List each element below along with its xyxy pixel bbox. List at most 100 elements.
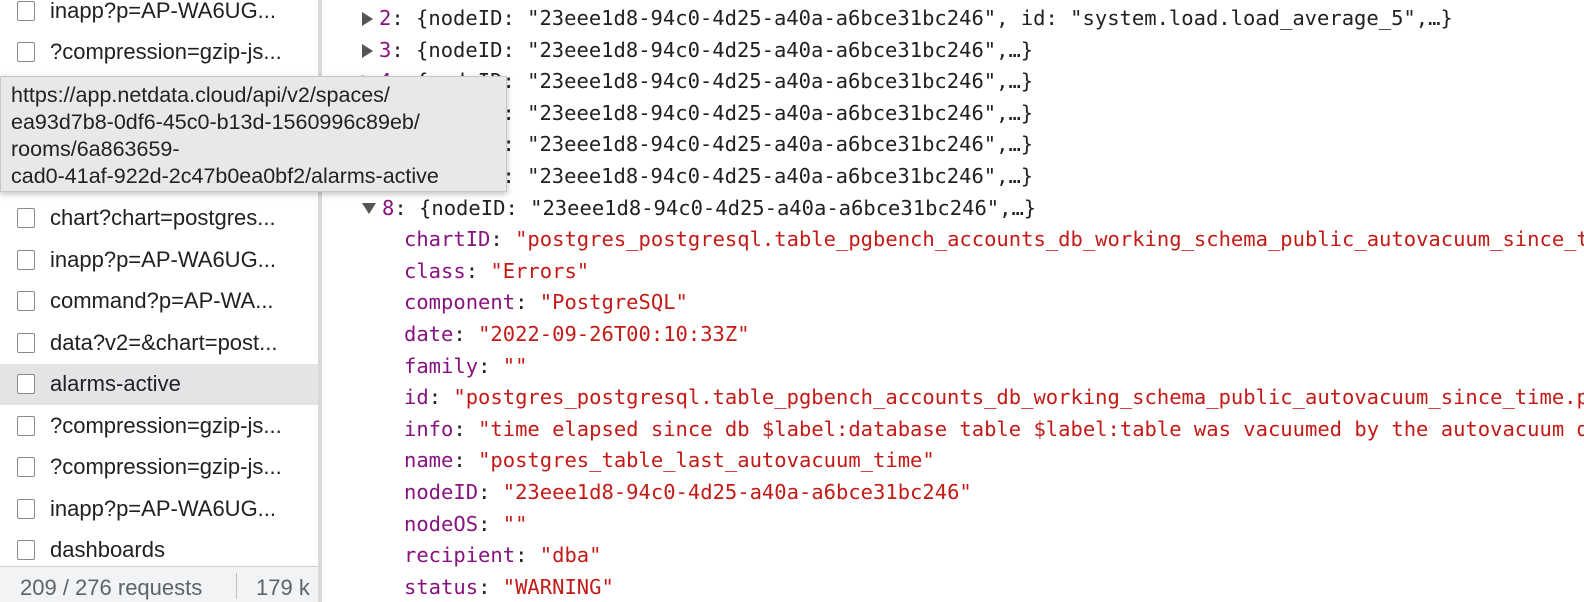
json-preview-panel: 2: {nodeID: "23eee1d8-94c0-4d25-a40a-a6b… [322, 0, 1584, 602]
request-name: data?v2=&chart=post... [50, 329, 278, 355]
field-value: "23eee1d8-94c0-4d25-a40a-a6bce31bc246" [502, 480, 972, 504]
field-key: date [404, 322, 454, 346]
request-checkbox[interactable] [17, 498, 35, 519]
request-row[interactable]: dashboards [0, 530, 318, 572]
punctuation: : [428, 385, 454, 410]
field-value: "" [502, 353, 528, 378]
request-name: alarms-active [50, 371, 181, 397]
entry-node-id: "23eee1d8-94c0-4d25-a40a-a6bce31bc246" [527, 6, 997, 30]
entry-node-key: nodeID [428, 37, 503, 62]
request-checkbox[interactable] [17, 457, 35, 478]
entry-summary: ,…} [996, 100, 1034, 125]
request-checkbox[interactable] [17, 42, 35, 63]
entry-node-id: "23eee1d8-94c0-4d25-a40a-a6bce31bc246" [527, 100, 997, 125]
punctuation: : [505, 195, 531, 220]
field-value: "dba" [539, 543, 602, 568]
request-row[interactable]: chart?chart=postgres... [0, 198, 318, 240]
request-row[interactable]: inapp?p=AP-WA6UG... [0, 0, 318, 32]
entry-summary: ,…} [996, 132, 1034, 157]
request-row[interactable]: ?compression=gzip-js... [0, 405, 318, 447]
json-entry-collapsed[interactable]: 2: {nodeID: "23eee1d8-94c0-4d25-a40a-a6b… [362, 3, 1453, 35]
field-key: component [404, 290, 516, 315]
field-key: info [404, 416, 454, 441]
request-row[interactable]: data?v2=&chart=post... [0, 322, 318, 364]
request-checkbox[interactable] [17, 415, 35, 436]
field-value: "2022-09-26T00:10:33Z" [478, 322, 750, 346]
entry-summary: ,…} [996, 37, 1034, 62]
json-field: chartID: "postgres_postgresql.table_pgbe… [404, 224, 1584, 256]
field-value: "" [502, 511, 528, 536]
entry-node-id: "23eee1d8-94c0-4d25-a40a-a6bce31bc246" [527, 132, 997, 157]
json-field: component: "PostgreSQL" [404, 287, 688, 319]
request-name: command?p=AP-WA... [50, 288, 274, 314]
punctuation: : [478, 574, 503, 599]
request-name: ?compression=gzip-js... [50, 39, 282, 65]
entry-summary: ,…} [999, 195, 1037, 220]
entry-summary: , id: "system.load.load_average_5",…} [996, 6, 1453, 30]
punctuation: : [453, 448, 479, 473]
json-field: id: "postgres_postgresql.table_pgbench_a… [404, 382, 1584, 414]
json-field: class: "Errors" [404, 256, 589, 288]
expand-down-icon[interactable] [362, 203, 376, 215]
json-entry-expanded[interactable]: 8: {nodeID: "23eee1d8-94c0-4d25-a40a-a6b… [362, 193, 1036, 225]
request-count: 209 / 276 requests [20, 575, 203, 600]
field-value: "time elapsed since db $label:database t… [478, 416, 1584, 441]
json-field: status: "WARNING" [404, 572, 614, 602]
punctuation: : { [391, 37, 429, 62]
request-row[interactable]: inapp?p=AP-WA6UG... [0, 488, 318, 530]
json-entry-collapsed[interactable]: 3: {nodeID: "23eee1d8-94c0-4d25-a40a-a6b… [362, 35, 1033, 67]
json-field: date: "2022-09-26T00:10:33Z" [404, 319, 750, 351]
field-key: family [404, 353, 479, 378]
entry-node-key: nodeID [431, 195, 506, 220]
request-row[interactable]: ?compression=gzip-js... [0, 32, 318, 74]
url-tooltip: https://app.netdata.cloud/api/v2/spaces/… [0, 76, 507, 192]
punctuation: : [515, 290, 540, 315]
request-checkbox[interactable] [17, 0, 35, 21]
punctuation: : [490, 227, 516, 252]
request-checkbox[interactable] [17, 332, 35, 353]
field-key: recipient [404, 543, 516, 568]
request-checkbox[interactable] [17, 208, 35, 229]
request-name: dashboards [50, 537, 165, 563]
request-name: ?compression=gzip-js... [50, 412, 282, 438]
entry-index: 2 [379, 6, 392, 30]
request-row[interactable]: ?compression=gzip-js... [0, 447, 318, 489]
json-field: name: "postgres_table_last_autovacuum_ti… [404, 445, 935, 477]
request-row[interactable]: inapp?p=AP-WA6UG... [0, 239, 318, 281]
punctuation: : [465, 258, 491, 283]
punctuation: : [453, 322, 479, 346]
request-row[interactable]: command?p=AP-WA... [0, 281, 318, 323]
field-key: id [404, 385, 429, 410]
entry-node-key: nodeID [428, 6, 503, 30]
json-field: nodeOS: "" [404, 509, 527, 541]
field-value: "postgres_postgresql.table_pgbench_accou… [453, 385, 1584, 410]
entry-node-id: "23eee1d8-94c0-4d25-a40a-a6bce31bc246" [527, 164, 997, 188]
request-name: ?compression=gzip-js... [50, 454, 282, 480]
json-field: recipient: "dba" [404, 540, 602, 572]
field-value: "postgres_table_last_autovacuum_time" [478, 448, 935, 473]
punctuation: : [478, 511, 503, 536]
network-status-bar: 209 / 276 requests 179 k [0, 566, 318, 602]
request-name: chart?chart=postgres... [50, 205, 276, 231]
request-checkbox[interactable] [17, 249, 35, 270]
punctuation: : { [391, 6, 429, 30]
entry-index: 8 [382, 195, 395, 220]
entry-summary: ,…} [996, 164, 1034, 188]
entry-summary: ,…} [996, 69, 1034, 94]
entry-node-id: "23eee1d8-94c0-4d25-a40a-a6bce31bc246" [527, 37, 997, 62]
field-value: "postgres_postgresql.table_pgbench_accou… [515, 227, 1584, 252]
request-checkbox[interactable] [17, 540, 35, 561]
expand-right-icon[interactable] [362, 12, 373, 26]
expand-right-icon[interactable] [362, 43, 373, 58]
punctuation: : [502, 37, 528, 62]
punctuation: : [502, 6, 528, 30]
punctuation: : [515, 543, 540, 568]
request-checkbox[interactable] [17, 374, 35, 395]
request-row[interactable]: alarms-active [0, 363, 318, 405]
request-name: inapp?p=AP-WA6UG... [50, 0, 277, 23]
request-checkbox[interactable] [17, 291, 35, 312]
json-field: info: "time elapsed since db $label:data… [404, 414, 1584, 446]
field-key: class [404, 258, 466, 283]
punctuation: : [478, 480, 503, 504]
field-key: status [404, 574, 479, 599]
